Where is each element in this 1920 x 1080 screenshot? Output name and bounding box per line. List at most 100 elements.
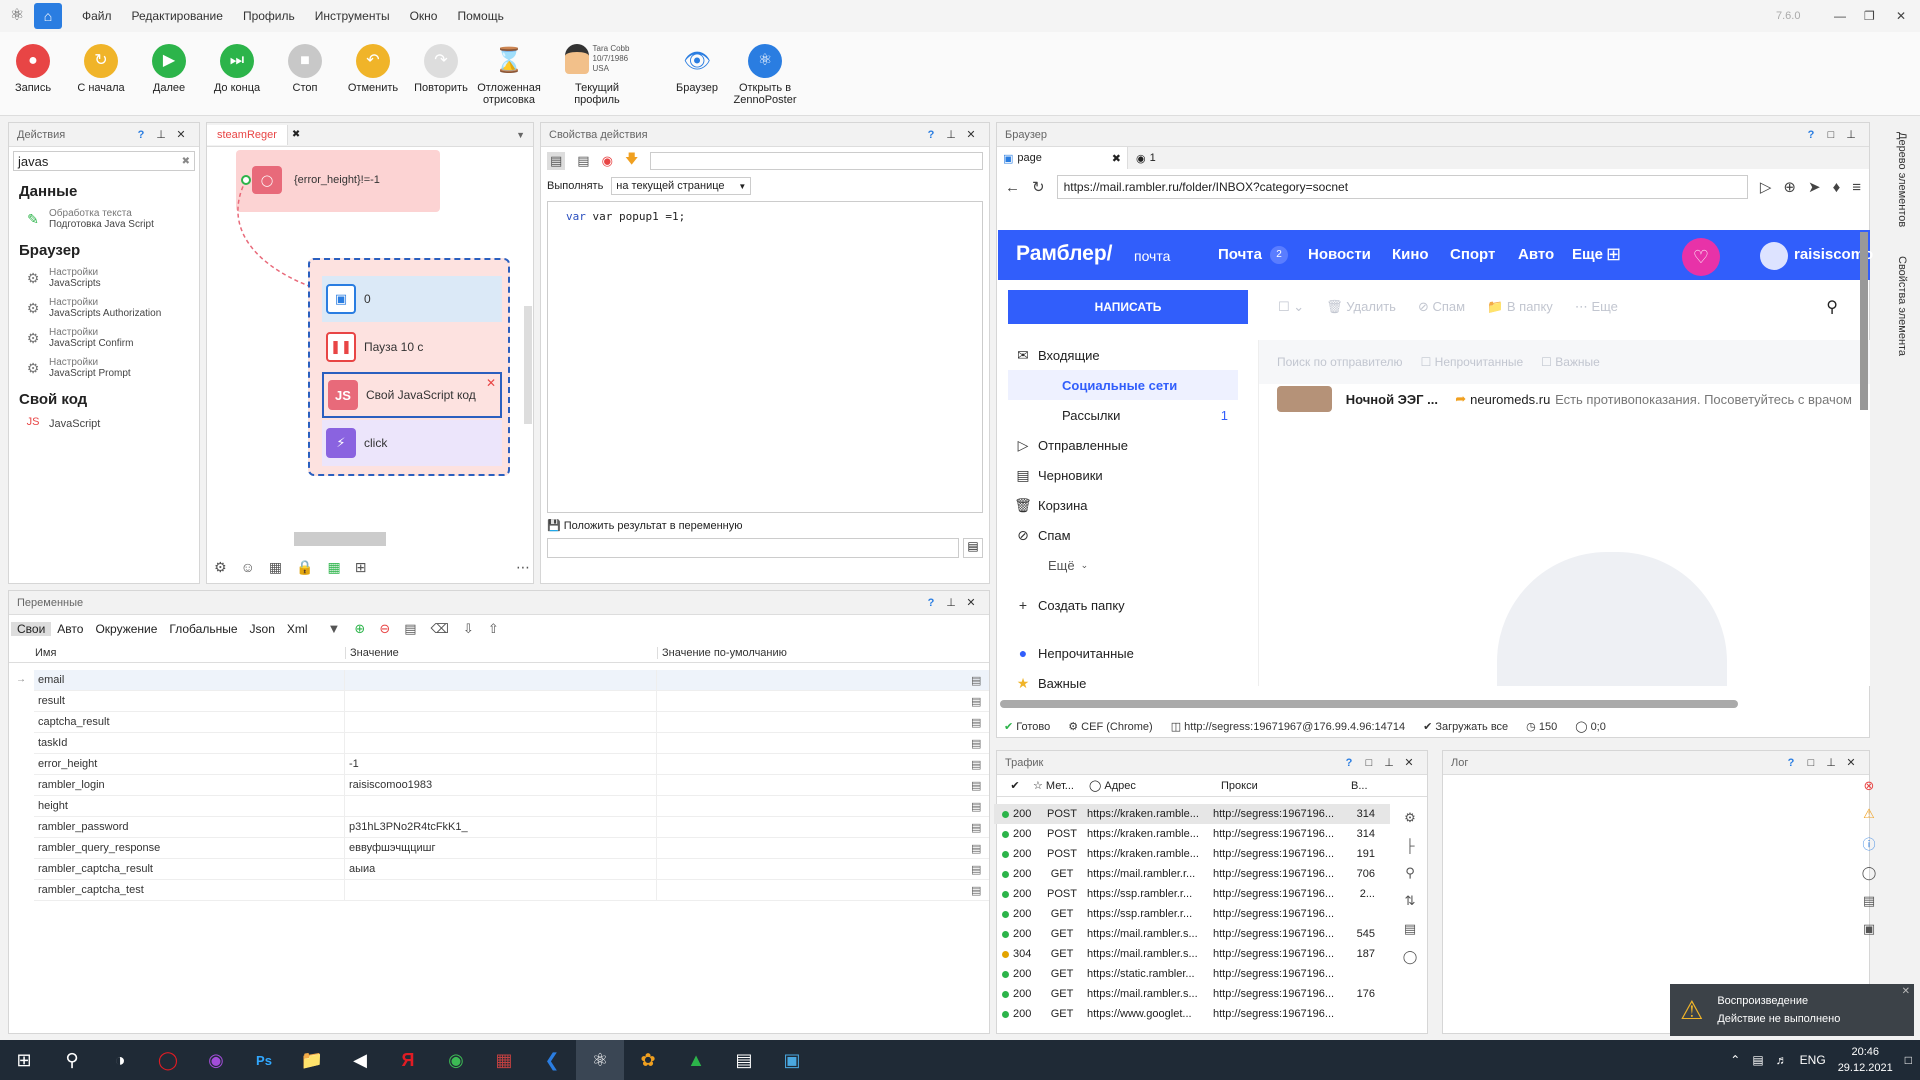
opera-icon[interactable]: ◯ bbox=[144, 1040, 192, 1080]
doc-edit-icon[interactable]: ▤ bbox=[577, 153, 589, 169]
copy-icon[interactable]: ▤ bbox=[971, 821, 989, 834]
menu-profile[interactable]: Профиль bbox=[233, 9, 305, 23]
tab-auto[interactable]: Авто bbox=[51, 622, 89, 636]
copy-icon[interactable]: ▤ bbox=[963, 538, 983, 558]
action-js-confirm[interactable]: ⚙ Настройки JavaScript Confirm bbox=[9, 323, 199, 353]
play-icon[interactable]: ▷ bbox=[1760, 178, 1772, 196]
help-icon[interactable]: ? bbox=[131, 129, 151, 141]
undo-button[interactable]: ↶ Отменить bbox=[338, 44, 408, 94]
filter-important-checkbox[interactable]: ☐ Важные bbox=[1541, 355, 1600, 369]
browser-tab-1[interactable]: ◉ 1 bbox=[1127, 147, 1257, 169]
col-address[interactable]: ◯ Адрес bbox=[1089, 779, 1215, 792]
filter-unread-checkbox[interactable]: ☐ Непрочитанные bbox=[1421, 355, 1524, 369]
element-props-tab[interactable]: Свойства элемента bbox=[1896, 256, 1908, 356]
variable-row[interactable]: rambler_login raisiscomoo1983 ▤ bbox=[34, 775, 989, 796]
nav-sport[interactable]: Спорт bbox=[1450, 246, 1495, 263]
clock[interactable]: 20:46 29.12.2021 bbox=[1838, 1044, 1893, 1076]
folder-social[interactable]: Социальные сети bbox=[1008, 370, 1238, 400]
props-search-input[interactable] bbox=[650, 152, 983, 170]
spam-button[interactable]: ⊘ Спам bbox=[1418, 299, 1465, 315]
variable-default[interactable] bbox=[656, 733, 971, 753]
traffic-row[interactable]: 200 POST https://kraken.ramble... http://se… bbox=[994, 824, 1390, 844]
variable-default[interactable] bbox=[656, 775, 971, 795]
tab-env[interactable]: Окружение bbox=[89, 622, 163, 636]
photoshop-icon[interactable]: Ps bbox=[240, 1040, 288, 1080]
action-js-settings[interactable]: ⚙ Настройки JavaScripts bbox=[9, 263, 199, 293]
record-button[interactable]: ● Запись bbox=[0, 44, 68, 94]
rambler-logo[interactable]: Рамблер/ bbox=[1016, 242, 1113, 266]
nav-auto[interactable]: Авто bbox=[1518, 246, 1554, 263]
variable-value[interactable]: еввуфшэчщцишг bbox=[344, 838, 656, 858]
variable-value[interactable]: raisiscomoo1983 bbox=[344, 775, 656, 795]
action-js-authorization[interactable]: ⚙ Настройки JavaScripts Authorization bbox=[9, 293, 199, 323]
node-tab[interactable]: ▣ 0 bbox=[322, 276, 502, 322]
pin-icon[interactable]: ⊥ bbox=[151, 128, 171, 141]
page-scrollbar[interactable] bbox=[1860, 232, 1868, 410]
tree-icon[interactable]: ├ bbox=[1405, 838, 1414, 853]
search-icon[interactable]: ⚲ bbox=[1826, 297, 1838, 317]
arrow-down-icon[interactable]: ⇩ bbox=[463, 621, 474, 637]
stop-button[interactable]: ■ Стоп bbox=[270, 44, 340, 94]
message-row[interactable]: Ночной ЭЭГ ... ➦ neuromeds.ru Есть проти… bbox=[1259, 384, 1870, 414]
help-icon[interactable]: ? bbox=[1801, 129, 1821, 141]
record-icon[interactable]: ◉ bbox=[602, 153, 613, 169]
archive-icon[interactable]: ▦ bbox=[480, 1040, 528, 1080]
node-click[interactable]: ⚡ click bbox=[322, 420, 502, 466]
image-icon[interactable]: ▣ bbox=[1863, 921, 1875, 937]
copy-icon[interactable]: ▤ bbox=[971, 716, 989, 729]
variable-value[interactable]: p31hL3PNo2R4tcFkK1_ bbox=[344, 817, 656, 837]
delete-button[interactable]: 🗑 Удалить bbox=[1326, 299, 1396, 315]
pin-icon[interactable]: ⊥ bbox=[1821, 756, 1841, 769]
sort-icon[interactable]: ⇅ bbox=[1405, 893, 1416, 909]
remove-icon[interactable]: ⊖ bbox=[379, 621, 390, 637]
doc-icon[interactable]: ▤ bbox=[547, 152, 566, 170]
edit-icon[interactable]: ▤ bbox=[404, 621, 416, 637]
variable-value[interactable] bbox=[344, 712, 656, 732]
variable-value[interactable]: аыиа bbox=[344, 859, 656, 879]
variable-default[interactable] bbox=[656, 859, 971, 879]
menu-edit[interactable]: Редактирование bbox=[122, 9, 233, 23]
folder-important[interactable]: ★ Важные bbox=[1008, 668, 1238, 698]
sender-search-input[interactable]: Поиск по отправителю bbox=[1277, 355, 1403, 369]
eraser-icon[interactable]: ⌫ bbox=[431, 621, 449, 637]
put-result-checkbox[interactable]: 💾 Положить результат в переменную bbox=[541, 517, 989, 534]
tab-own[interactable]: Свои bbox=[11, 622, 52, 636]
folder-sent[interactable]: ▷ Отправленные bbox=[1008, 430, 1238, 460]
copy-icon[interactable]: ▤ bbox=[971, 695, 989, 708]
folder-more[interactable]: Ещё ⌄ bbox=[1008, 550, 1238, 580]
folder-icon[interactable]: 📁 bbox=[288, 1040, 336, 1080]
yandex-icon[interactable]: Я bbox=[384, 1040, 432, 1080]
chrome-icon[interactable]: ◉ bbox=[432, 1040, 480, 1080]
add-icon[interactable]: ⊞ bbox=[355, 559, 367, 576]
zennoposter-icon[interactable]: ⚛ bbox=[576, 1040, 624, 1080]
copy-icon[interactable]: ▤ bbox=[971, 884, 989, 897]
variable-default[interactable] bbox=[656, 670, 971, 690]
app-icon[interactable]: ◑ bbox=[96, 1040, 144, 1080]
arrow-up-icon[interactable]: ⇧ bbox=[488, 621, 499, 637]
variable-row[interactable]: email ▤ bbox=[34, 670, 989, 691]
warning-icon[interactable]: ⚠ bbox=[1863, 806, 1875, 822]
filter-icon[interactable]: ▼ bbox=[328, 621, 341, 637]
browser-button[interactable]: 👁 Браузер bbox=[662, 44, 732, 95]
home-button[interactable]: ⌂ bbox=[34, 3, 62, 29]
app-icon[interactable]: ▲ bbox=[672, 1040, 720, 1080]
pin-icon[interactable]: ⊥ bbox=[1841, 128, 1861, 141]
tag-icon[interactable]: ◯ bbox=[1403, 949, 1418, 965]
tab-xml[interactable]: Xml bbox=[281, 622, 314, 636]
close-icon[interactable]: ✕ bbox=[171, 128, 191, 141]
menu-window[interactable]: Окно bbox=[400, 9, 448, 23]
code-editor[interactable]: var var popup1 =1; bbox=[547, 201, 983, 513]
traffic-row[interactable]: 200 POST https://ssp.rambler.r... http://se… bbox=[994, 884, 1390, 904]
open-in-zennoposter-button[interactable]: ⚛ Открыть в ZennoPoster bbox=[730, 44, 800, 106]
traffic-row[interactable]: 200 GET https://www.googlet... http://segre… bbox=[994, 1004, 1390, 1024]
close-window-button[interactable]: ✕ bbox=[1896, 9, 1906, 23]
variable-row[interactable]: rambler_captcha_result аыиа ▤ bbox=[34, 859, 989, 880]
vertical-scrollbar[interactable] bbox=[524, 306, 532, 424]
traffic-row[interactable]: 200 GET https://static.rambler... http://se… bbox=[994, 964, 1390, 984]
menu-tools[interactable]: Инструменты bbox=[305, 9, 400, 23]
actions-search-input[interactable]: javas ✖ bbox=[13, 151, 195, 171]
maximize-icon[interactable]: □ bbox=[1801, 757, 1821, 769]
variable-default[interactable] bbox=[656, 880, 971, 900]
copy-icon[interactable]: ▤ bbox=[971, 758, 989, 771]
avatar[interactable] bbox=[1760, 242, 1788, 270]
